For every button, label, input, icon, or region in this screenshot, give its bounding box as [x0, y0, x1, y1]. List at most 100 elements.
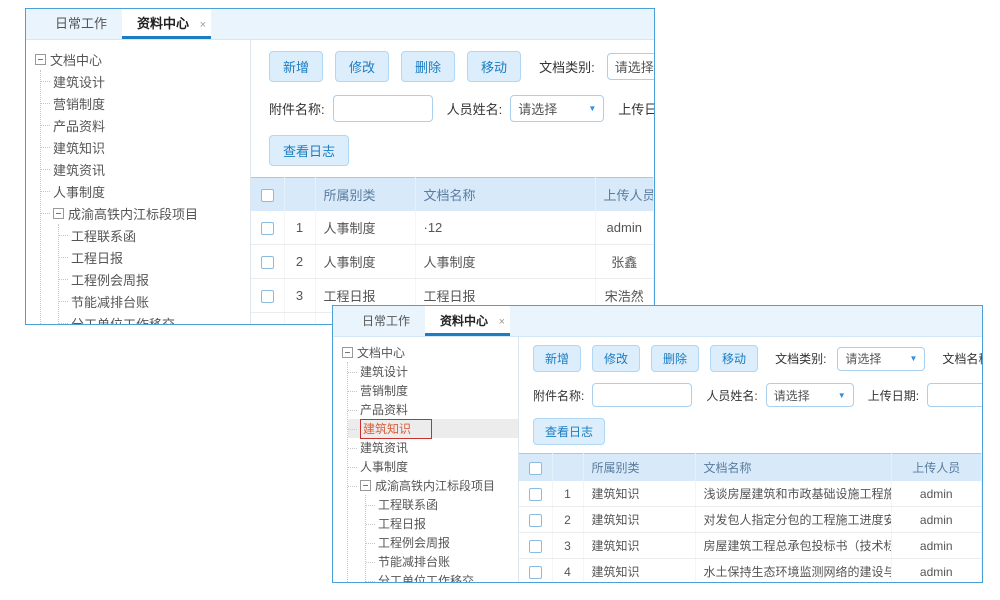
row-number: 1: [284, 211, 315, 245]
attachment-name-input[interactable]: [592, 383, 692, 407]
tree-item-chanpinziliao[interactable]: 产品资料: [348, 400, 518, 419]
filter-row: 附件名称: 人员姓名: 请选择 ▼ 上传日: [251, 82, 654, 122]
tree-item-yijiao[interactable]: 分工单位工作移交: [59, 312, 250, 324]
tree-item-renshizhidu[interactable]: 人事制度: [348, 457, 518, 476]
tree-item-project[interactable]: 成渝高铁内江标段项目: [348, 476, 518, 495]
table-row[interactable]: 4 建筑知识 水土保持生态环境监测网络的建设与... admin: [519, 559, 982, 583]
close-icon[interactable]: ×: [499, 307, 505, 337]
tree-item-label: 成渝高铁内江标段项目: [68, 204, 198, 223]
edit-button[interactable]: 修改: [335, 51, 389, 82]
tree-item-yingxiaozhidu[interactable]: 营销制度: [348, 381, 518, 400]
row-category: 建筑知识: [583, 559, 695, 583]
document-tree: 文档中心 建筑设计 营销制度 产品资料 建筑知识 建筑资讯 人事制度 成渝高铁内…: [26, 40, 251, 324]
chevron-down-icon: ▼: [838, 391, 846, 400]
person-name-select[interactable]: 请选择 ▼: [510, 95, 604, 122]
row-checkbox[interactable]: [529, 488, 542, 501]
row-doc-name: 房屋建筑工程总承包投标书（技术标...: [695, 533, 891, 559]
tree-item-label: 建筑设计: [360, 363, 408, 380]
collapse-icon[interactable]: [342, 347, 353, 358]
tab-data-center[interactable]: 资料中心 ×: [425, 306, 510, 336]
tree-item-label: 人事制度: [360, 458, 408, 475]
tree-item-renshizhidu[interactable]: 人事制度: [41, 180, 250, 202]
row-uploader: 张鑫: [595, 245, 654, 279]
tree-item-yingxiaozhidu[interactable]: 营销制度: [41, 92, 250, 114]
upload-date-input[interactable]: [927, 383, 982, 407]
view-log-button[interactable]: 查看日志: [533, 418, 605, 445]
tree-item-root[interactable]: 文档中心: [35, 48, 250, 70]
row-category: 人事制度: [315, 211, 415, 245]
row-doc-name: 对发包人指定分包的工程施工进度安...: [695, 507, 891, 533]
tree-item-lianxihan[interactable]: 工程联系函: [366, 495, 518, 514]
attachment-name-input[interactable]: [333, 95, 433, 122]
tree-item-lianxihan[interactable]: 工程联系函: [59, 224, 250, 246]
row-checkbox[interactable]: [529, 566, 542, 579]
doc-category-select[interactable]: 请选择 ▼: [837, 347, 925, 371]
tree-item-jianzhuzhishi-selected[interactable]: 建筑知识: [348, 419, 518, 438]
tab-bar: 日常工作 资料中心 ×: [26, 9, 654, 40]
tree-item-taizhang[interactable]: 节能减排台账: [59, 290, 250, 312]
row-checkbox[interactable]: [529, 540, 542, 553]
move-button[interactable]: 移动: [710, 345, 758, 372]
tree-item-chanpinziliao[interactable]: 产品资料: [41, 114, 250, 136]
uploader-column-header: 上传人员: [595, 178, 654, 212]
row-category: 建筑知识: [583, 481, 695, 507]
tree-item-ribao[interactable]: 工程日报: [366, 514, 518, 533]
row-checkbox[interactable]: [261, 256, 274, 269]
tree-item-label: 分工单位工作移交: [378, 572, 474, 582]
tree-item-ribao[interactable]: 工程日报: [59, 246, 250, 268]
tab-daily-work[interactable]: 日常工作: [40, 9, 122, 39]
row-number: 4: [284, 313, 315, 325]
documents-table: 所属别类 文档名称 上传人员 1 建筑知识 浅谈房屋建筑和市政基础: [519, 453, 982, 582]
row-uploader: admin: [891, 507, 982, 533]
tree-item-jianzhuzixun[interactable]: 建筑资讯: [41, 158, 250, 180]
delete-button[interactable]: 删除: [651, 345, 699, 372]
row-checkbox[interactable]: [261, 290, 274, 303]
tree-item-jianzhusheji[interactable]: 建筑设计: [41, 70, 250, 92]
tree-item-yijiao[interactable]: 分工单位工作移交: [366, 571, 518, 582]
collapse-icon[interactable]: [35, 54, 46, 65]
attachment-name-label: 附件名称:: [533, 387, 584, 404]
tree-item-zhoubao[interactable]: 工程例会周报: [59, 268, 250, 290]
doc-category-value: 请选择: [615, 57, 654, 76]
person-name-select[interactable]: 请选择 ▼: [766, 383, 854, 407]
select-all-checkbox[interactable]: [261, 189, 274, 202]
row-category: 人事制度: [315, 245, 415, 279]
table-row[interactable]: 2 建筑知识 对发包人指定分包的工程施工进度安... admin: [519, 507, 982, 533]
row-category: 建筑知识: [583, 533, 695, 559]
collapse-icon[interactable]: [360, 480, 371, 491]
edit-button[interactable]: 修改: [592, 345, 640, 372]
uploader-column-header: 上传人员: [891, 454, 982, 482]
tree-item-taizhang[interactable]: 节能减排台账: [366, 552, 518, 571]
tree-item-label: 产品资料: [360, 401, 408, 418]
tree-item-label: 文档中心: [50, 50, 102, 69]
close-icon[interactable]: ×: [200, 10, 206, 40]
tree-item-label: 节能减排台账: [71, 292, 149, 311]
move-button[interactable]: 移动: [467, 51, 521, 82]
doc-category-select[interactable]: 请选择 ▼: [607, 53, 654, 80]
select-all-checkbox[interactable]: [529, 462, 542, 475]
tree-item-jianzhusheji[interactable]: 建筑设计: [348, 362, 518, 381]
tree-item-root[interactable]: 文档中心: [342, 343, 518, 362]
doc-name-column-header: 文档名称: [695, 454, 891, 482]
tree-item-project[interactable]: 成渝高铁内江标段项目: [41, 202, 250, 224]
delete-button[interactable]: 删除: [401, 51, 455, 82]
tree-item-zhoubao[interactable]: 工程例会周报: [366, 533, 518, 552]
row-checkbox[interactable]: [261, 222, 274, 235]
view-log-button[interactable]: 查看日志: [269, 135, 349, 166]
row-number: 1: [552, 481, 583, 507]
table-row[interactable]: 3 建筑知识 房屋建筑工程总承包投标书（技术标... admin: [519, 533, 982, 559]
add-button[interactable]: 新增: [533, 345, 581, 372]
row-checkbox[interactable]: [529, 514, 542, 527]
tab-data-center[interactable]: 资料中心 ×: [122, 9, 211, 39]
table-row[interactable]: 2 人事制度 人事制度 张鑫: [251, 245, 654, 279]
tree-item-jianzhuzixun[interactable]: 建筑资讯: [348, 438, 518, 457]
table-header-row: 所属别类 文档名称 上传人员: [251, 178, 654, 212]
table-row[interactable]: 1 建筑知识 浅谈房屋建筑和市政基础设施工程施... admin: [519, 481, 982, 507]
collapse-icon[interactable]: [53, 208, 64, 219]
tree-item-label: 工程联系函: [71, 226, 136, 245]
table-row[interactable]: 1 人事制度 ·12 admin: [251, 211, 654, 245]
row-number: 3: [552, 533, 583, 559]
tab-daily-work[interactable]: 日常工作: [347, 306, 425, 336]
tree-item-jianzhuzhishi[interactable]: 建筑知识: [41, 136, 250, 158]
add-button[interactable]: 新增: [269, 51, 323, 82]
